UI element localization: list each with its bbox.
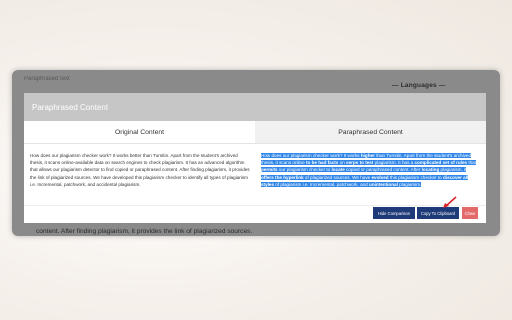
paraphrased-content-modal: Paraphrased Content Original Content Par… [24, 93, 486, 223]
paraphrased-content-header: Paraphrased Content [255, 121, 486, 143]
changed-word: higher [360, 153, 375, 158]
changed-word: evolved [371, 174, 389, 180]
languages-label: — Languages — [392, 82, 446, 89]
close-button[interactable]: Close [462, 207, 478, 219]
changed-word: locate [331, 167, 345, 173]
modal-title: Paraphrased Content [32, 102, 109, 112]
original-content-text[interactable]: How does our plagiarism checker work? It… [30, 152, 250, 188]
background-content-text: content. After finding plagiarism, it pr… [36, 228, 253, 235]
modal-header: Paraphrased Content [24, 93, 486, 121]
text-segment: this plagiarism checker to [388, 174, 443, 180]
arrow-icon [443, 196, 457, 208]
changed-word: offers the hyperlink [261, 174, 304, 180]
changed-word: to be had facts [305, 160, 339, 166]
text-segment: How does our plagiarism checker work? It… [261, 153, 361, 158]
changed-word: permits [261, 167, 278, 173]
changed-word: locating [421, 167, 440, 173]
original-content-header: Original Content [24, 121, 255, 143]
changed-word: serps to test [346, 160, 374, 166]
paraphrased-content-text[interactable]: How does our plagiarism checker work? It… [261, 152, 477, 188]
text-segment: plagiarism. [397, 181, 422, 187]
text-segment: copied or paraphrased content. After [344, 167, 422, 173]
column-divider [24, 143, 486, 144]
hide-comparison-button[interactable]: Hide Comparison [373, 207, 415, 219]
background-label: Paraphrased text [24, 76, 70, 82]
changed-word: unintentional [369, 181, 398, 187]
text-segment: our plagiarism checker to [277, 167, 332, 173]
text-segment: on [338, 160, 347, 166]
text-segment: plagiarism, it [439, 167, 467, 173]
changed-word: complicated set of rules [414, 160, 468, 166]
text-segment: that [467, 160, 477, 166]
text-segment: plagiarism. It has a [373, 160, 415, 166]
text-segment: of plagiarism i.e. Incremental, patchwor… [274, 181, 370, 187]
text-segment: of plagiarized sources. We have [303, 174, 372, 180]
paraphrased-highlight: How does our plagiarism checker work? It… [261, 153, 477, 187]
